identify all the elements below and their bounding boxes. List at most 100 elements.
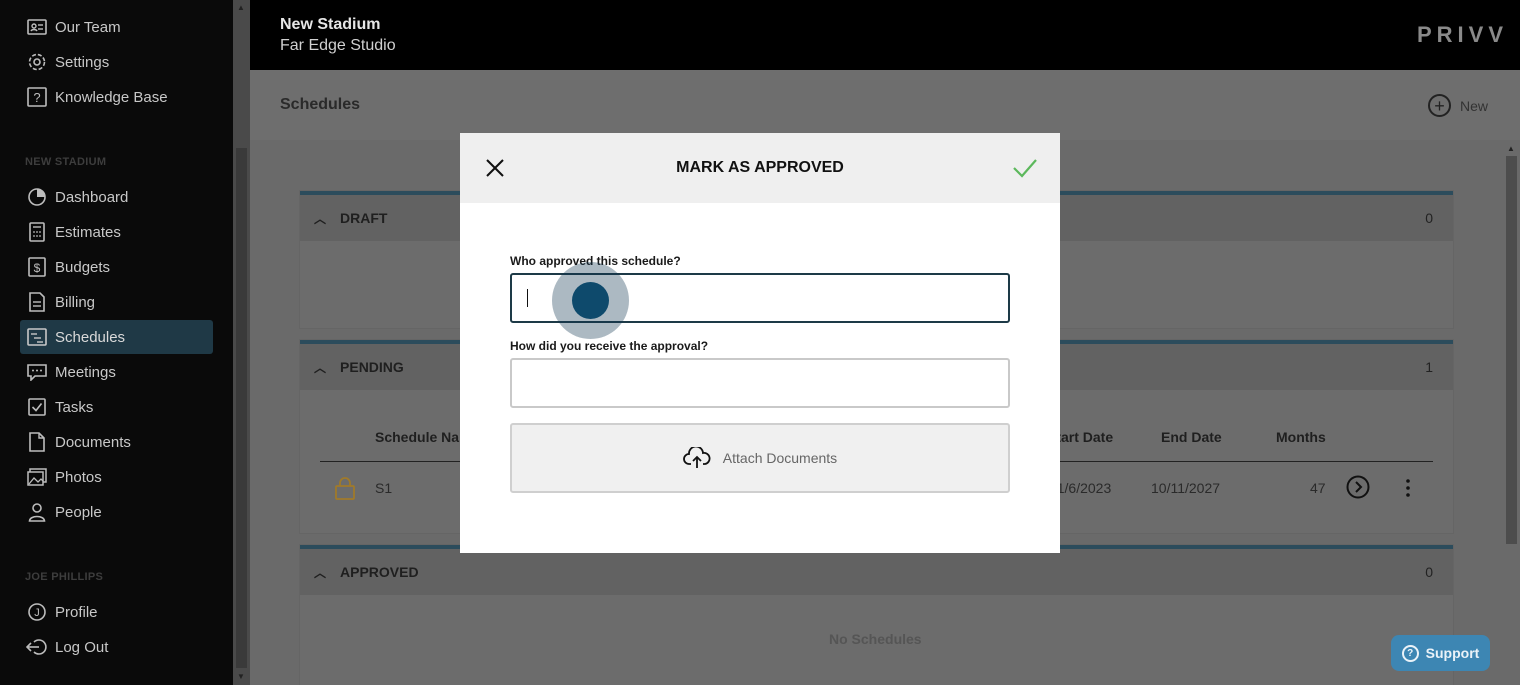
dollar-icon: $ [26, 256, 48, 278]
sidebar-item-label: Settings [55, 53, 110, 71]
svg-text:$: $ [34, 261, 41, 275]
sidebar-item-our-team[interactable]: Our Team [20, 10, 213, 44]
scroll-down-arrow-icon[interactable]: ▼ [237, 672, 245, 681]
calculator-icon [26, 221, 48, 243]
document-icon [26, 431, 48, 453]
sidebar-item-label: Knowledge Base [55, 88, 168, 106]
sidebar-item-tasks[interactable]: Tasks [20, 390, 213, 424]
studio-name: Far Edge Studio [280, 37, 396, 54]
sidebar-item-meetings[interactable]: Meetings [20, 355, 213, 389]
row-end-date: 10/11/2027 [1151, 480, 1221, 496]
gear-icon [26, 51, 48, 73]
column-header-name[interactable]: Schedule Na [375, 429, 459, 445]
checkmark-icon[interactable] [1012, 157, 1038, 179]
schedule-icon [26, 326, 48, 348]
sidebar-item-label: Our Team [55, 18, 121, 36]
sidebar-scrollbar[interactable]: ▲ ▼ [233, 0, 250, 685]
empty-state-message: No Schedules [829, 631, 922, 647]
attach-documents-button[interactable]: Attach Documents [510, 423, 1010, 493]
sidebar-item-schedules[interactable]: Schedules [20, 320, 213, 354]
sidebar-item-dashboard[interactable]: Dashboard [20, 180, 213, 214]
sidebar-scroll-thumb[interactable] [236, 148, 247, 668]
svg-text:J: J [34, 607, 40, 619]
column-header-months[interactable]: Months [1276, 429, 1326, 445]
support-label: Support [1425, 645, 1480, 661]
dialog-title: MARK AS APPROVED [676, 159, 844, 176]
new-schedule-button[interactable]: + New [1428, 94, 1488, 117]
click-indicator-dot [572, 282, 609, 319]
dialog-header: MARK AS APPROVED [460, 133, 1060, 203]
photos-icon [26, 466, 48, 488]
checkbox-icon [26, 396, 48, 418]
sidebar-item-label: People [55, 503, 102, 521]
sidebar-item-label: Dashboard [55, 188, 129, 206]
attach-documents-label: Attach Documents [722, 450, 838, 466]
logout-icon [26, 636, 48, 658]
support-button[interactable]: ? Support [1391, 635, 1490, 671]
svg-text:?: ? [33, 90, 40, 105]
sidebar-item-label: Meetings [55, 363, 116, 381]
help-icon: ? [1401, 644, 1419, 662]
main-scroll-thumb[interactable] [1506, 156, 1517, 544]
sidebar-item-log-out[interactable]: Log Out [20, 630, 213, 664]
sidebar-item-photos[interactable]: Photos [20, 460, 213, 494]
sidebar-item-knowledge-base[interactable]: ? Knowledge Base [20, 80, 213, 114]
row-months: 47 [1310, 480, 1326, 496]
approved-panel-header[interactable]: ︿ APPROVED 0 [300, 549, 1453, 595]
sidebar-item-label: Profile [55, 603, 98, 621]
approval-method-label: How did you receive the approval? [510, 339, 709, 353]
sidebar-item-estimates[interactable]: Estimates [20, 215, 213, 249]
approved-panel-label: APPROVED [340, 564, 419, 580]
sidebar-item-label: Estimates [55, 223, 121, 241]
top-bar: New Stadium Far Edge Studio PRIVV [250, 0, 1520, 70]
sidebar-item-label: Budgets [55, 258, 111, 276]
id-card-icon [26, 16, 48, 38]
sidebar-item-settings[interactable]: Settings [20, 45, 213, 79]
scroll-up-arrow-icon[interactable]: ▲ [237, 3, 245, 12]
chevron-up-icon: ︿ [314, 360, 327, 375]
new-button-label: New [1460, 97, 1489, 114]
page-title: Schedules [280, 96, 361, 113]
project-name: New Stadium [280, 16, 381, 33]
plus-circle-icon: + [1428, 94, 1451, 117]
section-label-user: JOE PHILLIPS [25, 571, 104, 583]
sidebar-item-label: Tasks [55, 398, 94, 416]
sidebar-item-profile[interactable]: J Profile [20, 595, 213, 629]
sidebar-item-label: Photos [55, 468, 102, 486]
brand-logo: PRIVV [1416, 22, 1508, 47]
chevron-up-icon: ︿ [314, 211, 327, 226]
sidebar-item-people[interactable]: People [20, 495, 213, 529]
sidebar-item-budgets[interactable]: $ Budgets [20, 250, 213, 284]
pending-count: 1 [1425, 359, 1433, 375]
main-scrollbar[interactable]: ▲ [1503, 140, 1520, 685]
more-options-icon[interactable] [1404, 478, 1412, 503]
question-icon: ? [26, 86, 48, 108]
draft-count: 0 [1425, 210, 1433, 226]
draft-panel-label: DRAFT [340, 210, 388, 226]
approved-count: 0 [1425, 564, 1433, 580]
mark-approved-dialog: MARK AS APPROVED Who approved this sched… [460, 133, 1060, 553]
main-scroll-up-icon[interactable]: ▲ [1507, 144, 1515, 153]
pending-panel-label: PENDING [340, 359, 404, 375]
section-label-project: NEW STADIUM [25, 156, 107, 168]
profile-icon: J [26, 601, 48, 623]
sidebar-item-billing[interactable]: Billing [20, 285, 213, 319]
sidebar-item-label: Documents [55, 433, 131, 451]
sidebar-item-label: Log Out [55, 638, 109, 656]
invoice-icon [26, 291, 48, 313]
chat-icon [26, 361, 48, 383]
pie-chart-icon [26, 186, 48, 208]
sidebar-item-documents[interactable]: Documents [20, 425, 213, 459]
sidebar-item-label: Billing [55, 293, 96, 311]
text-caret [527, 289, 528, 307]
row-schedule-name[interactable]: S1 [375, 480, 392, 496]
sidebar: Our Team Settings ? Knowledge Base NEW S… [0, 0, 233, 685]
cloud-upload-icon [682, 447, 711, 468]
column-header-end-date[interactable]: End Date [1161, 429, 1222, 445]
approval-method-input[interactable] [510, 358, 1010, 408]
open-schedule-icon[interactable] [1346, 475, 1370, 504]
chevron-up-icon: ︿ [314, 565, 327, 580]
lock-icon [334, 476, 356, 505]
person-icon [26, 501, 48, 523]
approved-panel: ︿ APPROVED 0 [300, 545, 1453, 685]
